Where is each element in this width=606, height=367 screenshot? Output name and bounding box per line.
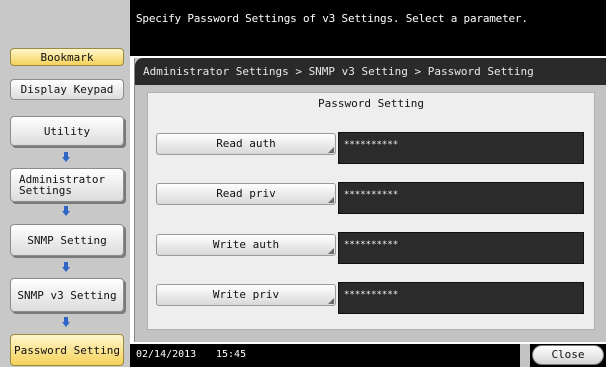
arrow-down-icon <box>62 262 70 272</box>
close-button[interactable]: Close <box>532 345 604 365</box>
corner-icon <box>328 197 334 203</box>
write-auth-button[interactable]: Write auth <box>156 234 336 256</box>
sidebar: Bookmark Display Keypad Utility Administ… <box>0 0 130 367</box>
arrow-down-icon <box>62 317 70 327</box>
utility-button[interactable]: Utility <box>10 116 124 146</box>
display-keypad-button[interactable]: Display Keypad <box>10 79 124 100</box>
main-panel: Administrator Settings > SNMP v3 Setting… <box>134 58 606 342</box>
date-text: 02/14/2013 <box>136 349 197 360</box>
message-bar: Specify Password Settings of v3 Settings… <box>130 0 606 56</box>
password-setting-button[interactable]: Password Setting <box>10 334 124 366</box>
write-priv-label: Write priv <box>212 288 280 301</box>
snmp-setting-button[interactable]: SNMP Setting <box>10 224 124 256</box>
read-auth-button[interactable]: Read auth <box>156 133 336 155</box>
snmp-v3-setting-button[interactable]: SNMP v3 Setting <box>10 278 124 312</box>
breadcrumb: Administrator Settings > SNMP v3 Setting… <box>135 58 606 85</box>
read-priv-label: Read priv <box>216 187 276 200</box>
read-auth-label: Read auth <box>216 137 276 150</box>
read-priv-field[interactable]: ********** <box>338 182 584 214</box>
corner-icon <box>328 298 334 304</box>
panel-title: Password Setting <box>318 97 424 110</box>
read-priv-button[interactable]: Read priv <box>156 183 336 205</box>
instruction-text: Specify Password Settings of v3 Settings… <box>136 12 528 25</box>
read-auth-field[interactable]: ********** <box>338 132 584 164</box>
password-setting-box: Password Setting Read auth ********** Re… <box>147 92 595 330</box>
administrator-settings-button[interactable]: Administrator Settings <box>10 168 124 202</box>
corner-icon <box>328 248 334 254</box>
write-priv-button[interactable]: Write priv <box>156 284 336 306</box>
write-auth-field[interactable]: ********** <box>338 232 584 264</box>
write-priv-field[interactable]: ********** <box>338 282 584 314</box>
bookmark-button[interactable]: Bookmark <box>10 48 124 66</box>
panel-tab <box>520 344 530 367</box>
time-text: 15:45 <box>216 349 247 360</box>
arrow-down-icon <box>62 206 70 216</box>
write-auth-label: Write auth <box>212 238 280 251</box>
arrow-down-icon <box>62 152 70 162</box>
corner-icon <box>328 147 334 153</box>
